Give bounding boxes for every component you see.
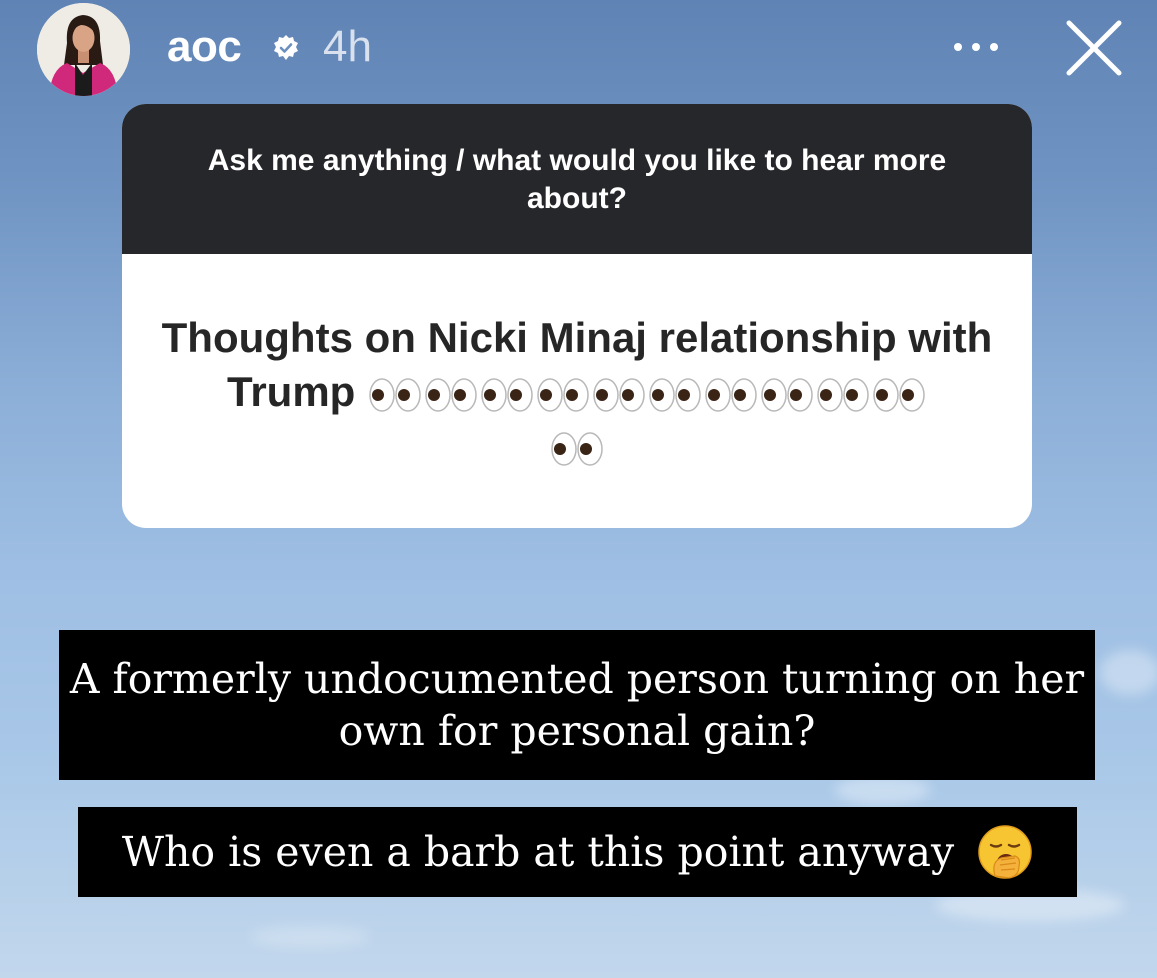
caption-1-text: A formerly undocumented person turning o… xyxy=(69,655,1085,755)
verified-badge-icon xyxy=(274,35,298,60)
eyes-emoji-icon xyxy=(481,378,533,412)
question-prompt: Ask me anything / what would you like to… xyxy=(122,104,1032,254)
eyes-emoji-icon xyxy=(551,432,603,466)
eyes-emoji-icon xyxy=(761,378,813,412)
close-icon[interactable] xyxy=(1063,17,1125,79)
profile-avatar[interactable] xyxy=(37,3,130,96)
eyes-emoji-icon xyxy=(369,378,421,412)
cloud xyxy=(1100,650,1157,695)
cloud xyxy=(250,925,370,949)
question-answer: Thoughts on Nicki Minaj relationship wit… xyxy=(152,311,1002,473)
caption-text-2: Who is even a barb at this point anyway xyxy=(78,807,1077,897)
eyes-emoji-icon xyxy=(649,378,701,412)
eyes-emoji-icon xyxy=(873,378,925,412)
more-horizontal-icon[interactable] xyxy=(946,36,1006,58)
eyes-emoji-icon xyxy=(425,378,477,412)
eyes-emoji-icon xyxy=(537,378,589,412)
question-sticker: Ask me anything / what would you like to… xyxy=(122,104,1032,528)
username[interactable]: aoc xyxy=(167,22,242,72)
post-timestamp: 4h xyxy=(323,22,372,71)
caption-2-text: Who is even a barb at this point anyway xyxy=(121,828,955,876)
eyes-emoji-icon xyxy=(817,378,869,412)
caption-text-1: A formerly undocumented person turning o… xyxy=(59,630,1095,780)
eyes-emoji-icon xyxy=(593,378,645,412)
eyes-emoji-icon xyxy=(705,378,757,412)
eyes-emoji-row xyxy=(152,419,1002,473)
yawning-face-icon xyxy=(978,824,1032,879)
